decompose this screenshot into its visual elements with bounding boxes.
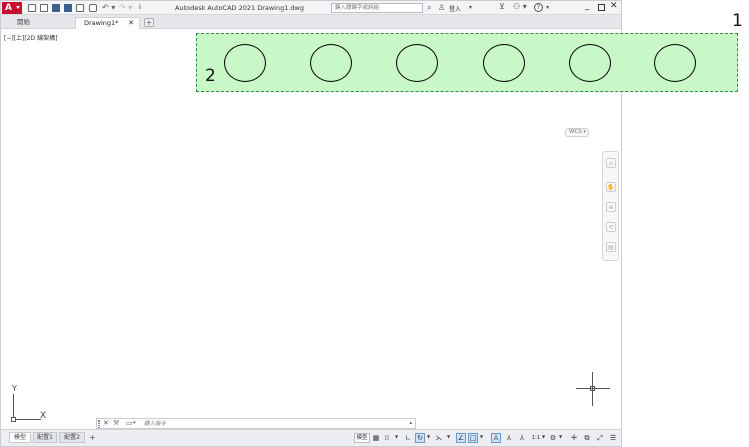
highlight-circle bbox=[569, 44, 611, 82]
ucs-x-axis bbox=[13, 419, 41, 420]
showmotion-icon[interactable]: ▤ bbox=[606, 242, 616, 252]
status-bar: 模型 配置1 配置2 + 模型 ▦ ⁞⁞ ▼ ∟ ↻ ▼ ⋋ ▼ ∠ □ ▼ ⅄… bbox=[1, 429, 621, 446]
tab-start[interactable]: 開始 bbox=[9, 17, 75, 29]
tab-label: Drawing1* bbox=[84, 19, 119, 27]
customize-quick-access-icon[interactable]: ⇂ bbox=[137, 3, 143, 11]
model-space-button[interactable]: 模型 bbox=[354, 433, 370, 443]
chevron-down-icon[interactable]: ▼ bbox=[447, 434, 450, 439]
add-layout-icon[interactable]: + bbox=[89, 433, 96, 442]
annotation-scale-value[interactable]: 1:1 bbox=[529, 433, 543, 443]
search-placeholder: 鍵入關鍵字或詞組 bbox=[335, 5, 380, 11]
hamburger-menu-icon[interactable]: ☰ bbox=[608, 433, 618, 443]
title-bar: A ↶ ▾ ↷ ▾ ⇂ Autodesk AutoCAD 2021 Drawin… bbox=[1, 1, 621, 15]
cart-icon[interactable]: ⊻ bbox=[499, 2, 505, 11]
tab-drawing1[interactable]: Drawing1* ✕ bbox=[75, 17, 140, 29]
steering-wheel-icon[interactable]: ◎ bbox=[606, 158, 616, 168]
maximize-icon[interactable] bbox=[598, 4, 605, 11]
ucs-x-label: X bbox=[40, 411, 47, 421]
gear-icon[interactable]: ⚙ bbox=[548, 433, 558, 443]
wrench-icon[interactable]: ⚒ bbox=[113, 419, 119, 427]
polar-tracking-icon[interactable]: ↻ bbox=[415, 433, 425, 443]
fullscreen-icon[interactable]: ⤢ bbox=[595, 433, 605, 443]
close-icon[interactable]: ✕ bbox=[103, 419, 109, 427]
chevron-down-icon[interactable]: ▾ bbox=[469, 4, 472, 11]
plot-icon[interactable] bbox=[89, 4, 97, 12]
layout-tab-layout2[interactable]: 配置2 bbox=[59, 432, 85, 443]
auto-scale-icon[interactable]: ⅄ bbox=[504, 433, 514, 443]
close-icon[interactable]: ✕ bbox=[128, 18, 134, 29]
chevron-down-icon[interactable]: ▼ bbox=[559, 434, 562, 439]
chevron-down-icon[interactable]: ▼ bbox=[427, 434, 430, 439]
layout-tab-model[interactable]: 模型 bbox=[9, 432, 31, 443]
annotation-scale-icon[interactable]: ⅄ bbox=[517, 433, 527, 443]
save-icon[interactable] bbox=[52, 4, 60, 12]
chevron-down-icon[interactable]: ▼ bbox=[542, 434, 545, 439]
login-button[interactable]: 登入 bbox=[449, 4, 461, 13]
search-input[interactable]: 鍵入關鍵字或詞組 bbox=[331, 3, 423, 13]
command-prompt-icon[interactable]: ▭ bbox=[126, 419, 133, 427]
plus-icon[interactable]: + bbox=[569, 433, 579, 443]
grid-icon[interactable]: ▦ bbox=[371, 433, 381, 443]
chevron-down-icon[interactable]: ▾ bbox=[546, 4, 549, 11]
ucs-y-label: Y bbox=[12, 384, 17, 393]
isolate-objects-icon[interactable]: ⧉ bbox=[582, 433, 592, 443]
help-icon[interactable]: ? bbox=[534, 3, 543, 12]
highlight-circle bbox=[483, 44, 525, 82]
open-folder-icon[interactable] bbox=[40, 4, 48, 12]
chevron-down-icon bbox=[16, 6, 20, 9]
highlight-circle bbox=[654, 44, 696, 82]
pan-icon[interactable]: ✋ bbox=[606, 182, 616, 192]
crosshair-pickbox bbox=[590, 386, 595, 391]
application-menu-button[interactable]: A bbox=[2, 2, 22, 14]
new-tab-button[interactable]: + bbox=[144, 18, 154, 27]
chevron-down-icon[interactable]: ▼ bbox=[395, 434, 398, 439]
web-mobile-icon[interactable] bbox=[76, 4, 84, 12]
new-file-icon[interactable] bbox=[28, 4, 36, 12]
undo-icon[interactable]: ↶ ▾ bbox=[102, 3, 115, 12]
chevron-down-icon: ▾ bbox=[583, 129, 586, 135]
command-line: ✕ ⚒ ▭ ▾ ▴ bbox=[96, 418, 416, 429]
chevron-down-icon[interactable]: ▾ bbox=[133, 420, 136, 426]
drag-handle[interactable] bbox=[98, 420, 100, 428]
chevron-down-icon[interactable]: ▼ bbox=[480, 434, 483, 439]
ortho-icon[interactable]: ∟ bbox=[403, 433, 413, 443]
minimize-icon[interactable]: _ bbox=[585, 1, 590, 11]
object-snap-tracking-icon[interactable]: ∠ bbox=[456, 433, 466, 443]
annotation-visibility-icon[interactable]: ⅄ bbox=[491, 433, 501, 443]
annotation-label-2: 2 bbox=[205, 66, 216, 86]
viewport-controls[interactable]: [−][上][2D 線架構] bbox=[4, 33, 57, 42]
highlight-circle bbox=[310, 44, 352, 82]
autocad-logo: A bbox=[5, 3, 12, 13]
highlight-region bbox=[196, 33, 738, 92]
close-icon[interactable]: ✕ bbox=[610, 1, 618, 11]
layout-tab-layout1[interactable]: 配置1 bbox=[33, 432, 57, 443]
orbit-icon[interactable]: ⟲ bbox=[606, 222, 616, 232]
highlight-circle bbox=[224, 44, 266, 82]
highlight-circle bbox=[396, 44, 438, 82]
wcs-label: WCS bbox=[569, 129, 582, 135]
chevron-up-icon[interactable]: ▴ bbox=[409, 420, 412, 426]
object-snap-icon[interactable]: □ bbox=[468, 433, 478, 443]
zoom-icon[interactable]: ⊕ bbox=[606, 202, 616, 212]
window-title: Autodesk AutoCAD 2021 Drawing1.dwg bbox=[175, 4, 304, 12]
navigation-bar: ◎ ✋ ⊕ ⟲ ▤ bbox=[602, 151, 619, 261]
tab-label: 開始 bbox=[17, 18, 30, 26]
isodraft-icon[interactable]: ⋋ bbox=[434, 433, 444, 443]
command-input[interactable] bbox=[144, 420, 394, 428]
annotation-label-1: 1 bbox=[732, 11, 743, 31]
ucs-origin-icon bbox=[11, 417, 16, 422]
share-icon[interactable]: ⚇ ▾ bbox=[513, 2, 527, 11]
wcs-menu[interactable]: WCS ▾ bbox=[565, 128, 589, 137]
file-tab-bar: 開始 Drawing1* ✕ + bbox=[1, 15, 621, 29]
user-icon[interactable]: ♙ bbox=[438, 3, 445, 12]
snap-icon[interactable]: ⁞⁞ bbox=[382, 433, 392, 443]
redo-icon[interactable]: ↷ ▾ bbox=[119, 3, 132, 12]
save-as-icon[interactable] bbox=[64, 4, 72, 12]
search-icon[interactable]: ⌕ bbox=[427, 3, 431, 13]
